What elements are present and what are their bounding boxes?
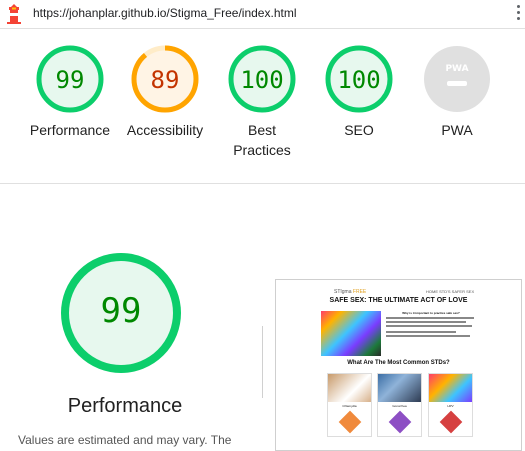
thumb-section-title: What Are The Most Common STDs? (347, 360, 450, 366)
gauge-seo[interactable]: 100 SEO (311, 44, 407, 140)
lighthouse-icon (7, 4, 21, 24)
pwa-badge-icon: PWA (424, 46, 490, 112)
gauge-label: Accessibility (126, 122, 204, 138)
thumb-brand: STIgma FREE (334, 289, 367, 295)
main-score: 99 (101, 291, 142, 331)
gauge-label: SEO (344, 122, 374, 138)
thumb-hero-text: Why is it important to practice safe sex… (386, 311, 476, 356)
gauge-label-line: Practices (233, 142, 291, 158)
gauge-ring: 99 (36, 45, 104, 113)
url-text[interactable]: https://johanplar.github.io/Stigma_Free/… (33, 6, 296, 20)
gauge-label: PWA (441, 122, 473, 138)
thumb-card: HPV (428, 373, 473, 437)
thumb-nav: HOME STD'S SAFER SEX (426, 289, 475, 294)
gauge-accessibility[interactable]: 89 Accessibility (117, 44, 213, 140)
gauge-score: 100 (337, 66, 380, 94)
gauge-score: 100 (240, 66, 283, 94)
thumb-hero-image (321, 311, 381, 356)
gauge-performance[interactable]: 99 Performance (22, 44, 118, 140)
score-gauges: 99 Performance 89 Accessibility 100 Best… (0, 44, 525, 174)
section-divider (0, 183, 525, 184)
thumb-headline: SAFE SEX: THE ULTIMATE ACT OF LOVE (329, 297, 468, 304)
main-title: Performance (67, 395, 183, 417)
thumb-card: Gonorrhea (377, 373, 422, 437)
address-bar: https://johanplar.github.io/Stigma_Free/… (0, 0, 525, 29)
pwa-badge-text: PWA (445, 64, 468, 74)
gauge-pwa[interactable]: PWA PWA (409, 44, 505, 140)
gauge-label: Performance (29, 122, 111, 138)
gauge-ring: 100 (228, 45, 296, 113)
page-screenshot-thumbnail[interactable]: STIgma FREE HOME STD'S SAFER SEX SAFE SE… (275, 279, 522, 451)
gauge-ring: 99 (61, 253, 181, 373)
vertical-separator (262, 326, 263, 398)
thumb-card: Chlamydia (327, 373, 372, 437)
gauge-best-practices[interactable]: 100 Best Practices (214, 44, 310, 160)
gauge-label-line: Best (247, 122, 276, 138)
gauge-ring: 89 (131, 45, 199, 113)
gauge-label: Best Practices (214, 120, 310, 160)
gauge-score: 99 (56, 66, 85, 94)
gauge-score: 89 (151, 66, 180, 94)
gauge-ring: 100 (325, 45, 393, 113)
more-options-icon[interactable] (517, 5, 521, 23)
main-performance-gauge: 99 (56, 248, 196, 383)
